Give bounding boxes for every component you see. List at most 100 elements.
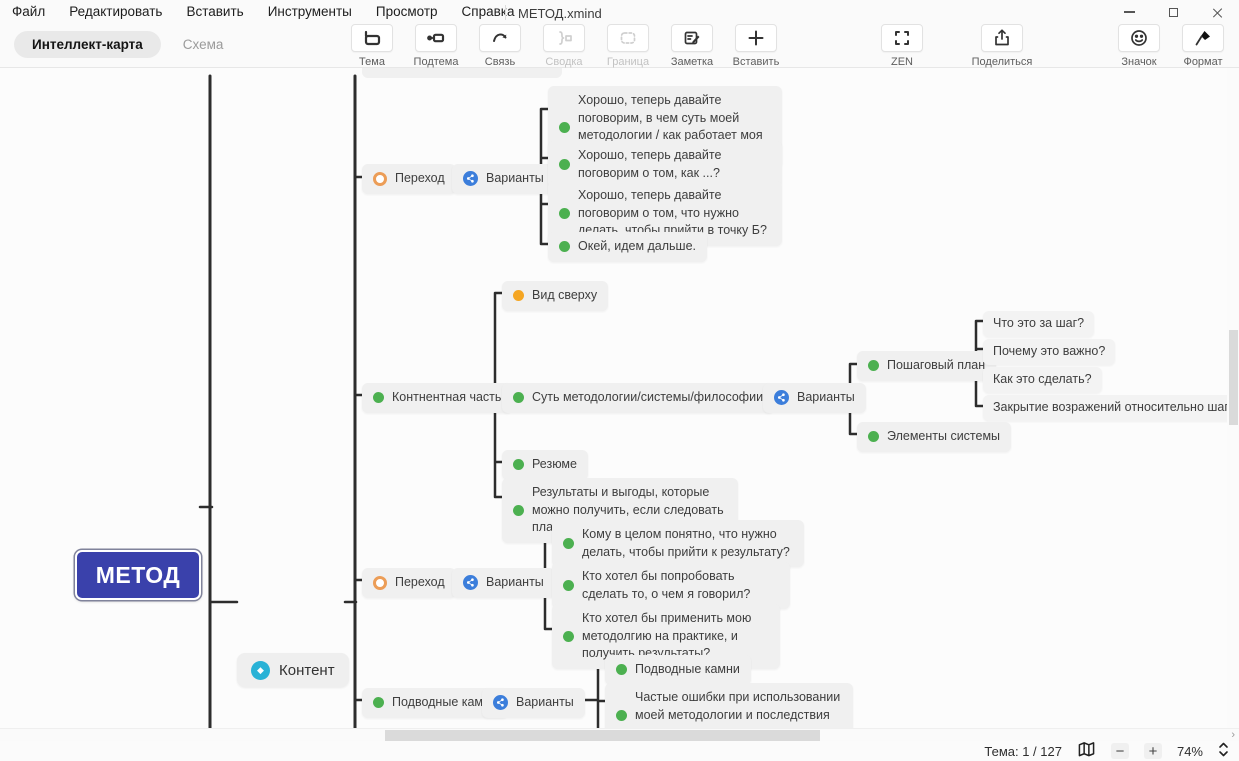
green-dot-icon — [559, 159, 570, 170]
document-title: МЕТОД.xmind — [518, 6, 602, 21]
topic-label: Хорошо, теперь давайте поговорим о том, … — [578, 147, 771, 182]
tab-outline[interactable]: Схема — [183, 37, 224, 52]
subtopic-button[interactable]: Подтема — [412, 24, 460, 68]
summary-button[interactable]: Сводка — [540, 24, 588, 68]
status-bar: Тема: 1 / 127 − + 74% — [0, 741, 1239, 761]
topic-label: Контент — [279, 662, 335, 679]
menu-file[interactable]: Файл — [12, 4, 45, 19]
topic-resume[interactable]: Резюме — [502, 450, 588, 480]
topic-variants-4[interactable]: Варианты — [482, 688, 585, 718]
green-dot-icon — [563, 580, 574, 591]
green-dot-icon — [513, 505, 524, 516]
topic-elements[interactable]: Элементы системы — [857, 422, 1011, 452]
maximize-button[interactable] — [1151, 0, 1195, 24]
topic-essence[interactable]: Суть методологии/системы/философии — [502, 383, 774, 413]
zen-button[interactable]: ZEN — [878, 24, 926, 68]
variants-icon — [463, 171, 478, 186]
green-dot-icon — [373, 697, 384, 708]
menubar: Файл Редактировать Вставить Инструменты … — [12, 4, 515, 19]
green-dot-icon — [616, 664, 627, 675]
topic-cutoff-top[interactable] — [362, 68, 562, 78]
map-overview-button[interactable] — [1077, 741, 1096, 761]
vertical-scrollbar[interactable] — [1227, 68, 1239, 728]
window-controls — [1107, 0, 1239, 24]
map-icon — [1077, 741, 1096, 758]
topic-transition-2[interactable]: Переход — [362, 568, 456, 598]
subtopic-icon — [426, 28, 446, 48]
green-dot-icon — [559, 208, 570, 219]
topic-step-q1[interactable]: Что это за шаг? — [983, 311, 1094, 337]
boundary-icon — [618, 28, 638, 48]
format-button[interactable]: Формат — [1179, 24, 1227, 68]
green-dot-icon — [513, 459, 524, 470]
fit-window-button[interactable] — [1218, 742, 1229, 760]
topic-label: Переход — [395, 170, 445, 188]
topic-option[interactable]: Кому в целом понятно, что нужно делать, … — [552, 520, 804, 567]
topic-step-q2[interactable]: Почему это важно? — [983, 339, 1115, 365]
app-chrome: Файл Редактировать Вставить Инструменты … — [0, 0, 1239, 68]
topic-variants-2[interactable]: Варианты — [763, 383, 866, 413]
root-topic[interactable]: МЕТОД — [75, 550, 201, 600]
green-dot-icon — [563, 631, 574, 642]
topic-label: Пошаговый план — [887, 357, 985, 375]
topic-label: Подводные камни — [635, 661, 740, 679]
topic-button[interactable]: Тема — [348, 24, 396, 68]
topic-label: Почему это важно? — [993, 343, 1105, 361]
topic-variants-3[interactable]: Варианты — [452, 568, 555, 598]
green-dot-icon — [868, 360, 879, 371]
tab-mindmap[interactable]: Интеллект-карта — [14, 31, 161, 58]
topic-label: Суть методологии/системы/философии — [532, 389, 763, 407]
topic-label: Варианты — [516, 694, 574, 712]
marker-button[interactable]: Значок — [1115, 24, 1163, 68]
gem-icon — [251, 661, 270, 680]
summary-icon — [554, 28, 574, 48]
share-icon — [992, 28, 1012, 48]
menu-edit[interactable]: Редактировать — [69, 4, 162, 19]
menu-tools[interactable]: Инструменты — [268, 4, 352, 19]
zoom-out-button[interactable]: − — [1111, 743, 1129, 759]
horizontal-scrollbar[interactable]: › — [0, 728, 1239, 741]
fit-chevrons-icon — [1218, 742, 1229, 757]
horizontal-scrollbar-thumb[interactable] — [385, 730, 820, 741]
variants-icon — [463, 575, 478, 590]
topic-count: Тема: 1 / 127 — [984, 744, 1062, 759]
minimize-button[interactable] — [1107, 0, 1151, 24]
topic-label: Варианты — [486, 170, 544, 188]
boundary-button[interactable]: Граница — [604, 24, 652, 68]
topic-icon — [362, 28, 382, 48]
toolbar-right: Значок Формат — [1115, 24, 1227, 68]
toolbar-zen: ZEN — [878, 24, 926, 68]
topic-transition-1[interactable]: Переход — [362, 164, 456, 194]
menu-view[interactable]: Просмотр — [376, 4, 438, 19]
close-button[interactable] — [1195, 0, 1239, 24]
topic-top-view[interactable]: Вид сверху — [502, 281, 608, 311]
topic-content-part[interactable]: Контнентная часть — [362, 383, 512, 413]
vertical-scrollbar-thumb[interactable] — [1229, 330, 1238, 425]
topic-label: Контнентная часть — [392, 389, 501, 407]
topic-label: Вид сверху — [532, 287, 597, 305]
mindmap-canvas[interactable]: МЕТОД Контент Переход Варианты Хорошо, т… — [0, 68, 1239, 745]
topic-label: Резюме — [532, 456, 577, 474]
topic-option[interactable]: Окей, идем дальше. — [548, 232, 707, 262]
minimize-icon — [1124, 11, 1135, 13]
topic-label: Кто хотел бы попробовать сделать то, о ч… — [582, 568, 779, 603]
topic-step-q3[interactable]: Как это сделать? — [983, 367, 1102, 393]
scroll-right-arrow-icon[interactable]: › — [1231, 729, 1235, 741]
relationship-button[interactable]: Связь — [476, 24, 524, 68]
topic-content[interactable]: Контент — [237, 653, 349, 687]
zoom-in-button[interactable]: + — [1144, 743, 1162, 759]
topic-step-q4[interactable]: Закрытие возражений относительно шага — [983, 395, 1239, 421]
topic-variants-1[interactable]: Варианты — [452, 164, 555, 194]
topic-pitfall-child[interactable]: Подводные камни — [605, 655, 751, 685]
share-button[interactable]: Поделиться — [970, 24, 1034, 68]
emoji-icon — [1129, 28, 1149, 48]
note-button[interactable]: Заметка — [668, 24, 716, 68]
menu-insert[interactable]: Вставить — [186, 4, 243, 19]
relationship-icon — [490, 28, 510, 48]
topic-option[interactable]: Кто хотел бы попробовать сделать то, о ч… — [552, 562, 790, 609]
insert-button[interactable]: Вставить — [732, 24, 780, 68]
note-icon — [682, 28, 702, 48]
topic-label: Закрытие возражений относительно шага — [993, 399, 1236, 417]
topic-step-plan[interactable]: Пошаговый план — [857, 351, 996, 381]
menu-help[interactable]: Справка — [462, 4, 515, 19]
